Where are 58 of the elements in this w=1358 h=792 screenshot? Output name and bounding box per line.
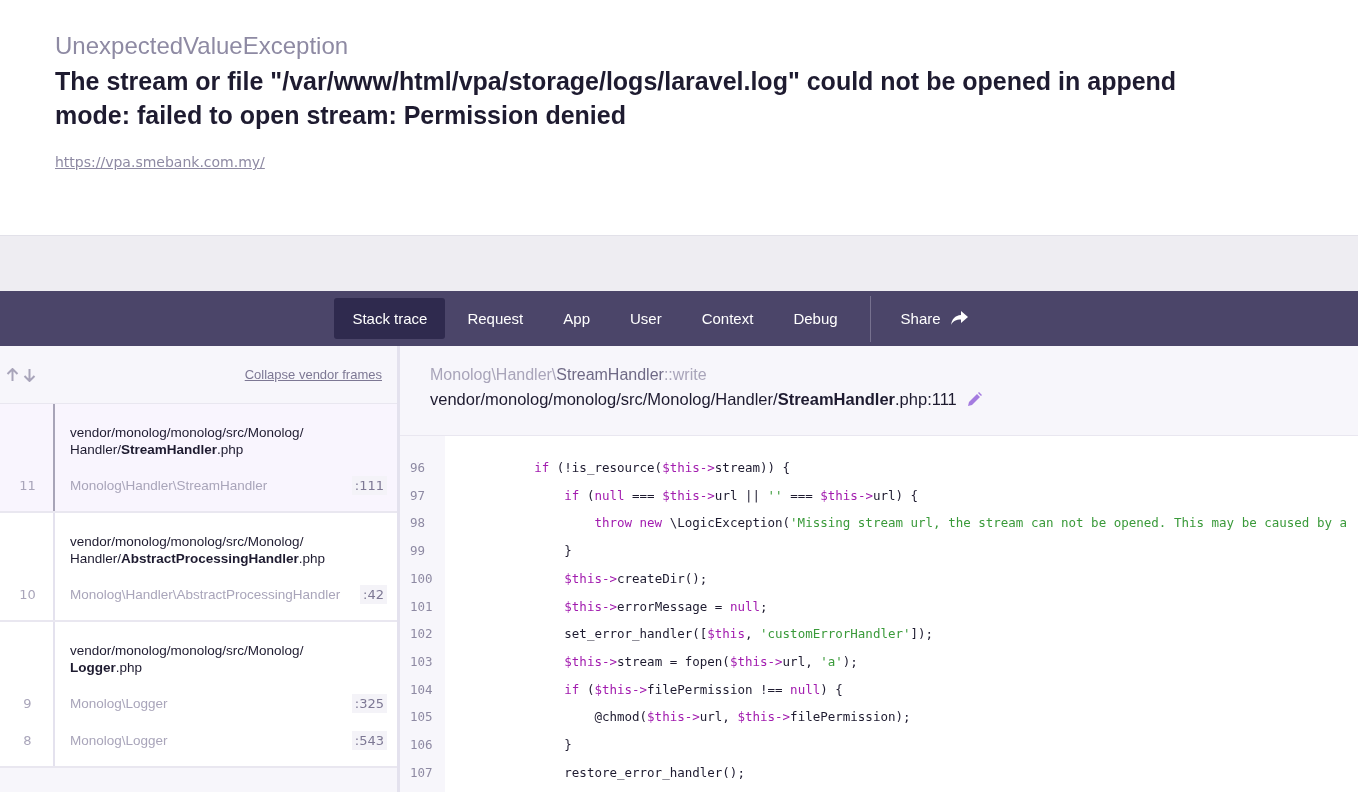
frame-number: 11 (18, 478, 37, 493)
frame-line-number: :111 (351, 476, 387, 495)
line-number: 105 (409, 708, 434, 727)
pencil-icon[interactable] (966, 392, 982, 407)
line-number: 107 (409, 763, 434, 782)
frame-line-number: :543 (351, 731, 387, 750)
nav-tab[interactable]: Request (449, 298, 542, 339)
share-button[interactable]: Share (884, 298, 984, 339)
code-line: restore_error_handler(); (563, 763, 746, 782)
line-number: 97 (409, 486, 427, 505)
line-number: 98 (409, 514, 427, 533)
exception-class: UnexpectedValueException (55, 32, 350, 60)
nav-tab[interactable]: App (545, 298, 608, 339)
code-line: } (563, 736, 573, 755)
frame-file-path: vendor/monolog/monolog/src/Monolog/ Handler/StreamHandler.php (70, 424, 305, 458)
code-line: throw new \LogicException('Missing stream url, the stream can not be opened. This may be caused by a (593, 514, 1348, 533)
line-number: 103 (409, 652, 434, 671)
line-number: 100 (409, 569, 434, 588)
frame-class: Monolog\Logger (69, 733, 169, 748)
frame-line-number: :42 (360, 585, 387, 604)
frame-number: 8 (22, 733, 33, 748)
frame-class: Monolog\Handler\StreamHandler (69, 478, 269, 493)
down-arrow-icon[interactable] (23, 367, 36, 382)
up-arrow-icon[interactable] (6, 367, 19, 382)
frame-class: Monolog\Handler\AbstractProcessingHandler (69, 587, 342, 602)
frame-file-path: vendor/monolog/monolog/src/Monolog/ Logger.php (70, 642, 305, 676)
frame-number: 9 (22, 696, 33, 711)
line-number: 96 (409, 459, 427, 477)
code-line: if ($this->filePermission !== null) { (563, 680, 844, 699)
code-line: set_error_handler([$this, 'customErrorHandler']); (563, 625, 935, 644)
nav-tab[interactable]: Context (683, 298, 772, 339)
frame-number: 10 (18, 587, 37, 602)
line-number: 106 (409, 736, 434, 755)
line-number: 101 (409, 597, 434, 616)
collapse-vendor-frames-link[interactable]: Collapse vendor frames (244, 367, 382, 382)
share-arrow-icon (950, 311, 968, 326)
nav-tab[interactable]: Stack trace (334, 298, 446, 339)
frame-line-number: :325 (351, 694, 387, 713)
nav-tab[interactable]: User (612, 298, 680, 339)
stack-frame[interactable]: vendor/monolog/monolog/src/Monolog/ Handler/AbstractProcessingHandler.php 10 Monolog\Handler\AbstractProcessingHandler :42 (0, 513, 397, 622)
code-line: if (!is_resource($this->stream)) { (533, 459, 792, 477)
stack-frame[interactable]: vendor/monolog/monolog/src/Monolog/ Logger.php 9 Monolog\Logger :325 8 Monolog\Logger :543 (0, 622, 397, 768)
frame-class: Monolog\Logger (69, 696, 169, 711)
code-line: $this->errorMessage = null; (563, 597, 769, 616)
frame-file-path: vendor/monolog/monolog/src/Monolog/Handler/StreamHandler.php:111 (430, 390, 957, 409)
nav-tab[interactable]: Debug (775, 298, 856, 339)
exception-message: The stream or file "/var/www/html/vpa/storage/logs/laravel.log" could not be opened in append mode: failed to open stream: Permission denied (55, 66, 1178, 131)
line-number: 99 (409, 542, 427, 561)
code-line: @chmod($this->url, $this->filePermission); (593, 708, 912, 727)
code-line: $this->createDir(); (563, 569, 709, 588)
line-number: 102 (409, 625, 434, 644)
stack-frame[interactable]: vendor/monolog/monolog/src/Monolog/ Handler/StreamHandler.php 11 Monolog\Handler\StreamHandler :111 (0, 404, 397, 513)
code-line: } (563, 542, 573, 561)
frame-method: Monolog\Handler\StreamHandler::write (430, 366, 708, 384)
frame-file-path: vendor/monolog/monolog/src/Monolog/ Handler/AbstractProcessingHandler.php (70, 533, 327, 567)
code-line: $this->stream = fopen($this->url, 'a'); (563, 652, 859, 671)
line-number: 104 (409, 680, 434, 699)
code-line: if (null === $this->url || '' === $this->url) { (563, 486, 920, 505)
